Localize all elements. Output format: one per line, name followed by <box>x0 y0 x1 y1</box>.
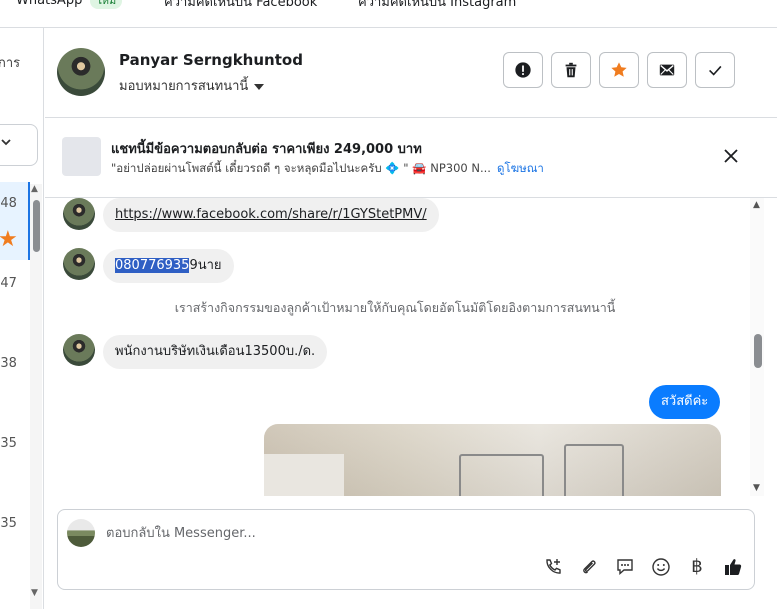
avatar[interactable] <box>63 334 95 366</box>
conversation-time: :38 <box>0 356 17 371</box>
close-icon <box>724 149 738 163</box>
tab-whatsapp[interactable]: WhatsApp ใหม่ <box>16 0 123 9</box>
incoming-message: https://www.facebook.com/share/r/1GYStet… <box>103 198 439 232</box>
like-icon <box>725 559 742 575</box>
trash-icon <box>565 62 577 78</box>
ad-subtitle: "อย่าปล่อยผ่านโพสต์นี้ เดี๋ยวรถดี ๆ จะหล… <box>111 160 544 178</box>
outgoing-message: สวัสดีค่ะ <box>649 385 721 419</box>
attach-button[interactable] <box>576 554 602 580</box>
message-text: 9นาย <box>189 258 222 273</box>
mail-icon <box>659 64 675 76</box>
message-thread: https://www.facebook.com/share/r/1GYStet… <box>45 198 763 496</box>
messenger-inbox-window: WhatsApp ใหม่ ความคิดเห็นบน Facebook ความ… <box>0 0 777 609</box>
delete-button[interactable] <box>551 52 591 88</box>
report-icon <box>515 62 531 78</box>
close-banner-button[interactable] <box>723 148 739 164</box>
avatar[interactable] <box>57 48 105 96</box>
scroll-up-arrow-icon[interactable]: ▲ <box>31 184 38 194</box>
caret-down-icon <box>254 83 265 90</box>
ad-title: แชทนี้มีข้อความตอบกลับต่อ ราคาเพียง 249,… <box>111 142 422 157</box>
incoming-message: พนักงานบริษัทเงินเดือน13500บ./ด. <box>103 335 328 369</box>
scroll-down-arrow-icon[interactable]: ▼ <box>753 483 760 493</box>
conversation-header: Panyar Serngkhuntod มอบหมายการสนทนานี้ <box>45 28 777 118</box>
star-icon: ★ <box>0 229 18 251</box>
message-composer: ฿ <box>57 509 755 590</box>
saved-replies-button[interactable] <box>612 554 638 580</box>
thread-scrollbar-thumb[interactable] <box>754 334 762 368</box>
star-icon <box>611 62 627 77</box>
conversation-time: :35 <box>0 436 17 451</box>
report-spam-button[interactable] <box>503 52 543 88</box>
call-add-icon <box>546 559 561 574</box>
scroll-down-arrow-icon[interactable]: ▼ <box>31 588 38 598</box>
new-badge: ใหม่ <box>90 0 123 9</box>
avatar[interactable] <box>63 248 95 280</box>
filter-dropdown[interactable] <box>0 124 38 166</box>
ad-description: "อย่าปล่อยผ่านโพสต์นี้ เดี๋ยวรถดี ๆ จะหล… <box>111 161 491 175</box>
view-ad-link[interactable]: ดูโฆษณา <box>497 161 544 175</box>
page-avatar <box>67 519 95 547</box>
system-note: เราสร้างกิจกรรมของลูกค้าเป้าหมายให้กับคุ… <box>174 300 616 315</box>
channel-tab-bar: WhatsApp ใหม่ ความคิดเห็นบน Facebook ความ… <box>0 0 777 28</box>
incoming-message: 0807769359นาย <box>103 249 234 283</box>
photo-cage <box>564 444 624 496</box>
conversation-list: การ :48 ★ :47 :38 :35 :35 ▲ ▼ <box>0 28 44 609</box>
conversation-time: :47 <box>0 276 17 291</box>
conversation-time: :48 <box>0 196 17 211</box>
contact-name[interactable]: Panyar Serngkhuntod <box>119 51 303 69</box>
mark-done-button[interactable] <box>695 52 735 88</box>
photo-cage <box>459 454 544 496</box>
scroll-up-arrow-icon[interactable]: ▲ <box>753 200 760 210</box>
ad-thumbnail <box>62 137 101 176</box>
tab-whatsapp-label: WhatsApp <box>16 0 83 8</box>
ad-context-banner: แชทนี้มีข้อความตอบกลับต่อ ราคาเพียง 249,… <box>45 118 777 198</box>
emoji-button[interactable] <box>648 554 674 580</box>
assign-conversation-dropdown[interactable]: มอบหมายการสนทนานี้ <box>119 75 265 96</box>
reply-input[interactable] <box>106 522 706 544</box>
check-icon <box>709 65 722 76</box>
shared-link[interactable]: https://www.facebook.com/share/r/1GYStet… <box>115 207 427 222</box>
list-scrollbar-thumb[interactable] <box>33 200 40 252</box>
mark-unread-button[interactable] <box>647 52 687 88</box>
assign-label: มอบหมายการสนทนานี้ <box>119 79 249 94</box>
outgoing-photo[interactable] <box>264 424 721 496</box>
conversation-time: :35 <box>0 516 17 531</box>
list-heading-partial: การ <box>0 56 21 71</box>
call-button[interactable] <box>540 554 566 580</box>
like-button[interactable] <box>720 554 746 580</box>
avatar[interactable] <box>63 198 95 230</box>
saved-replies-icon <box>617 559 633 576</box>
attach-icon <box>583 560 596 574</box>
tab-instagram-comments[interactable]: ความคิดเห็นบน Instagram <box>358 0 516 12</box>
star-button[interactable] <box>599 52 639 88</box>
tab-facebook-comments[interactable]: ความคิดเห็นบน Facebook <box>164 0 317 12</box>
baht-icon: ฿ <box>691 556 703 577</box>
photo-wall-panel <box>264 454 344 496</box>
payment-button[interactable]: ฿ <box>684 554 710 580</box>
emoji-icon <box>652 558 670 576</box>
chevron-down-icon <box>0 136 12 152</box>
selected-phone-text[interactable]: 080776935 <box>115 258 190 273</box>
